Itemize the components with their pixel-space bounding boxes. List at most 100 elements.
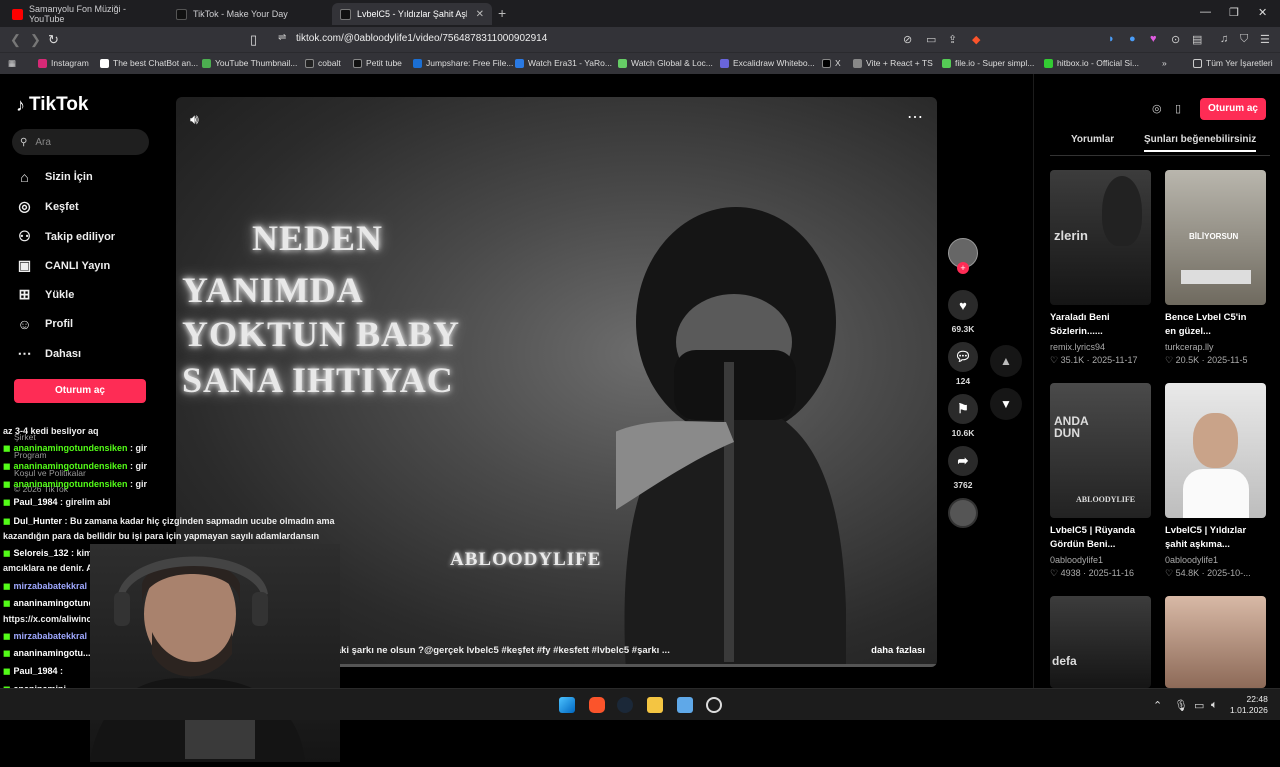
extension-icon[interactable]: ♥ — [1150, 33, 1157, 45]
tab-comments[interactable]: Yorumlar — [1071, 134, 1114, 145]
suggested-video-card[interactable] — [1165, 596, 1266, 688]
restore-icon[interactable]: ❐ — [1229, 6, 1239, 19]
chat-message: ◼ Paul_1984 : girelim abi — [3, 497, 111, 508]
bookmark-item[interactable]: Watch Era31 - YaRo... — [515, 58, 612, 68]
extension-icon[interactable]: ◗ — [1108, 33, 1115, 45]
tab-label: TikTok - Make Your Day — [193, 9, 288, 19]
nav-explore[interactable]: ◎ Keşfet — [16, 198, 78, 215]
nav-more[interactable]: ⋯ Dahası — [16, 345, 82, 362]
taskbar-clock[interactable]: 22:48 1.01.2026 — [1230, 694, 1268, 716]
previous-video-button[interactable]: ▲ — [990, 345, 1022, 377]
bookmark-item[interactable]: X — [822, 58, 841, 68]
close-window-icon[interactable]: ✕ — [1258, 6, 1267, 19]
volume-icon[interactable]: 🔊︎ — [190, 111, 199, 128]
brave-shield-icon[interactable]: ◆ — [972, 33, 980, 46]
bookmark-item[interactable]: cobalt — [305, 58, 341, 68]
minimize-icon[interactable]: — — [1200, 6, 1211, 18]
tracking-icon[interactable]: ⊘ — [903, 33, 912, 46]
obs-icon[interactable] — [706, 697, 722, 713]
browser-tab-bar: Samanyolu Fon Müziği - YouTube TikTok - … — [0, 0, 1280, 27]
sidebar-login-button[interactable]: Oturum aç — [14, 379, 146, 403]
bookmark-item[interactable]: The best ChatBot an... — [100, 58, 198, 68]
suggested-video-card[interactable]: ANDA DUN ABLOODYLIFE LvbelC5 | Rüyanda Gö… — [1050, 383, 1151, 579]
kick-badge-icon: ◼ — [3, 598, 11, 608]
home-icon: ⌂ — [20, 169, 29, 185]
music-disc-icon[interactable] — [948, 498, 978, 528]
bookmark-item[interactable]: Excalidraw Whitebo... — [720, 58, 815, 68]
chat-username: Seloreis_132 — [13, 548, 69, 558]
tab-tiktok-video[interactable]: LvbelC5 - Yıldızlar Şahit Aşkım ✕ — [332, 3, 492, 25]
cast-icon[interactable]: ▭ — [926, 33, 936, 46]
chat-message: ◼ ananinamingotu... — [3, 648, 91, 659]
brave-icon[interactable] — [589, 697, 605, 713]
kick-badge-icon: ◼ — [3, 479, 11, 489]
suggested-video-card[interactable]: zlerin Yaraladı Beni Sözlerin...... remi… — [1050, 170, 1151, 366]
more-bookmarks-icon[interactable]: » — [1162, 58, 1167, 68]
microphone-icon[interactable]: 🎙︎ — [1174, 699, 1188, 712]
menu-icon[interactable]: ☰ — [1260, 33, 1270, 46]
share-button[interactable]: ➦ 3762 — [946, 446, 980, 490]
tray-expand-icon[interactable]: ⌃ — [1153, 699, 1162, 712]
tiktok-logo[interactable]: ♪ TikTok — [16, 94, 88, 116]
bookmark-item[interactable]: file.io - Super simpl... — [942, 58, 1034, 68]
steam-icon[interactable] — [617, 697, 633, 713]
forward-icon[interactable]: ❯ — [30, 32, 41, 48]
tab-youtube[interactable]: Samanyolu Fon Müziği - YouTube — [4, 3, 166, 25]
apps-icon[interactable]: ▦ — [8, 58, 16, 69]
new-tab-icon[interactable]: + — [498, 5, 506, 21]
device-icon[interactable]: ▯ — [1175, 102, 1181, 115]
site-info-icon[interactable]: ⇌ — [278, 32, 286, 43]
bookmark-item[interactable]: Vite + React + TS — [853, 58, 933, 68]
tab-tiktok-home[interactable]: TikTok - Make Your Day — [168, 3, 330, 25]
tab-label: Samanyolu Fon Müziği - YouTube — [29, 4, 127, 24]
nav-for-you[interactable]: ⌂ Sizin İçin — [16, 169, 92, 185]
video-options-icon[interactable]: ⋯ — [907, 107, 923, 127]
tab-suggestions[interactable]: Şunları beğenebilirsiniz — [1144, 134, 1257, 152]
video-thumbnail: BİLİYORSUN — [1165, 170, 1266, 305]
reload-icon[interactable]: ↻ — [48, 32, 59, 48]
media-icon[interactable]: ♫ — [1220, 33, 1228, 45]
bookmark-icon[interactable]: ▯ — [250, 32, 257, 48]
nav-upload[interactable]: ⊞ Yükle — [16, 286, 75, 303]
more-link[interactable]: daha fazlası — [871, 645, 925, 656]
suggested-video-card[interactable]: defa — [1050, 596, 1151, 688]
url-field[interactable]: tiktok.com/@0abloodylife1/video/75648783… — [296, 33, 547, 44]
all-bookmarks[interactable]: Tüm Yer İşaretleri — [1193, 58, 1273, 68]
suggested-video-card[interactable]: BİLİYORSUN Bence Lvbel C5'in en güzel...… — [1165, 170, 1266, 366]
nav-following[interactable]: ⚇ Takip ediliyor — [16, 228, 115, 245]
chat-username: ananinamingotu... — [13, 648, 91, 658]
bookmark-item[interactable]: Petit tube — [353, 58, 402, 68]
next-video-button[interactable]: ▼ — [990, 388, 1022, 420]
save-button[interactable]: ⚑ 10.6K — [946, 394, 980, 438]
coin-icon[interactable]: ◎ — [1152, 102, 1162, 115]
bookmark-item[interactable]: Jumpshare: Free File... — [413, 58, 513, 68]
wallet-icon[interactable]: ⛉ — [1240, 33, 1248, 46]
bookmark-item[interactable]: Instagram — [38, 58, 89, 68]
bookmark-item[interactable]: hitbox.io - Official Si... — [1044, 58, 1139, 68]
search-input[interactable]: ⚲ Ara — [12, 129, 149, 155]
speaker-icon[interactable]: 🔈︎ — [1211, 699, 1218, 712]
suggested-video-card[interactable]: LvbelC5 | Yıldızlar şahit aşkıma... 0abl… — [1165, 383, 1266, 579]
app-icon[interactable] — [677, 697, 693, 713]
comment-button[interactable]: 💬︎ 124 — [946, 342, 980, 386]
heart-icon: ♥ — [948, 290, 978, 320]
nav-profile[interactable]: ☺ Profil — [16, 316, 73, 332]
like-button[interactable]: ♥ 69.3K — [946, 290, 980, 334]
start-icon[interactable] — [559, 697, 575, 713]
follow-plus-icon[interactable]: + — [957, 262, 969, 274]
login-button[interactable]: Oturum aç — [1200, 98, 1266, 120]
vpn-icon[interactable]: ● — [1129, 33, 1136, 45]
back-icon[interactable]: ❮ — [10, 32, 21, 48]
chat-message: ◼ Dul_Hunter : Bu zamana kadar hiç çizgin… — [3, 516, 335, 527]
extension-icon[interactable]: ⊙ — [1171, 33, 1180, 46]
network-icon[interactable]: ▭ — [1194, 699, 1204, 712]
folder-icon[interactable] — [647, 697, 663, 713]
chat-username: ananinamingotundensiken — [13, 479, 128, 489]
nav-live[interactable]: ▣ CANLI Yayın — [16, 257, 110, 274]
bookmark-item[interactable]: YouTube Thumbnail... — [202, 58, 297, 68]
close-tab-icon[interactable]: ✕ — [476, 9, 484, 20]
bookmark-item[interactable]: Watch Global & Loc... — [618, 58, 713, 68]
share-icon[interactable]: ⇪ — [948, 33, 957, 46]
chat-text: : gir — [127, 443, 147, 453]
sidebar-icon[interactable]: ▤ — [1192, 33, 1202, 46]
